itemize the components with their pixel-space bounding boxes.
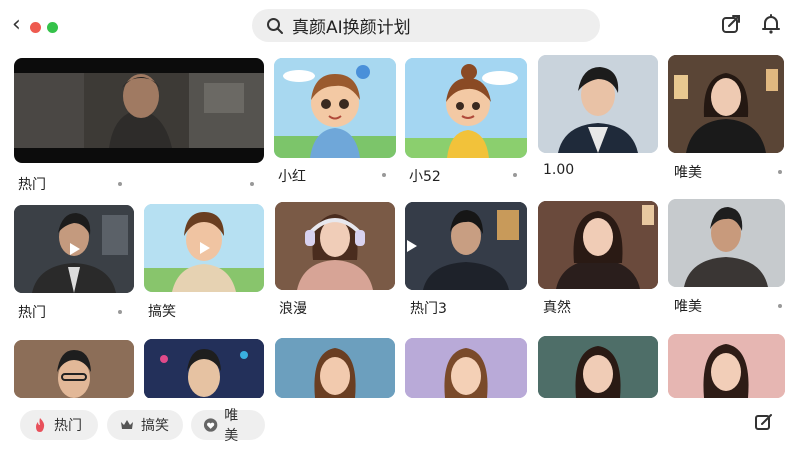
video-card-12[interactable] [14,340,134,398]
video-card-16[interactable] [538,336,658,398]
tab-funny[interactable]: 搞笑 [107,410,183,440]
crown-icon [121,420,133,429]
maximize-dot[interactable] [47,22,58,33]
card-label-10: 真然 [543,300,571,316]
portrait-thumbnail [405,202,527,290]
back-icon[interactable]: ‹ [12,14,26,36]
video-card-2[interactable] [274,58,396,158]
video-card-17[interactable] [668,334,785,398]
card-label-4: 1.00 [543,162,575,178]
play-icon[interactable] [70,243,80,255]
more-dot[interactable] [778,170,782,174]
card-label-11: 唯美 [674,299,702,315]
bottom-tab-bar: 热门 搞笑 唯美 [0,398,800,450]
video-card-14[interactable] [275,338,395,398]
portrait-thumbnail [668,199,785,287]
close-dot[interactable] [30,22,41,33]
more-dot[interactable] [382,173,386,177]
portrait-thumbnail [538,201,658,289]
video-card-1[interactable] [14,58,264,163]
heart-icon [203,418,218,432]
card-label-9: 热门3 [410,301,447,317]
edit-icon[interactable] [754,412,774,432]
card-label-3: 小52 [409,169,441,185]
portrait-thumbnail [144,339,264,399]
portrait-thumbnail [538,336,658,398]
more-dot[interactable] [778,304,782,308]
video-card-13[interactable] [144,339,264,399]
video-card-11[interactable] [668,199,785,287]
video-card-3[interactable] [405,58,527,158]
more-dot[interactable] [513,173,517,177]
video-card-4[interactable] [538,55,658,153]
portrait-thumbnail [405,338,527,398]
cartoon-girl-thumbnail [405,58,527,158]
play-icon[interactable] [200,242,210,254]
more-dot[interactable] [250,182,254,186]
card-label-7: 搞笑 [148,304,176,320]
portrait-thumbnail [668,55,784,153]
search-icon [267,17,283,34]
flame-icon [36,418,45,432]
search-query: 真颜AI换颜计划 [292,18,411,38]
tab-hot[interactable]: 热门 [20,410,98,440]
top-bar: ‹ 真颜AI换颜计划 [0,0,800,52]
tab-label: 热门 [54,418,82,434]
movie-thumbnail [14,73,264,148]
tab-label: 唯美 [224,408,239,444]
card-label-2: 小红 [278,169,306,185]
more-dot[interactable] [118,310,122,314]
share-icon[interactable] [720,13,742,35]
video-card-10[interactable] [538,201,658,289]
more-dot[interactable] [118,182,122,186]
portrait-thumbnail [275,338,395,398]
video-card-5[interactable] [668,55,784,153]
card-label-5: 唯美 [674,165,702,181]
portrait-thumbnail [275,202,395,290]
video-card-15[interactable] [405,338,527,398]
tab-beauty[interactable]: 唯美 [191,408,265,444]
search-bar[interactable]: 真颜AI换颜计划 [252,9,600,42]
video-card-6[interactable] [14,205,134,293]
cartoon-girl-thumbnail [274,58,396,158]
play-icon[interactable] [407,240,417,252]
video-card-7[interactable] [144,204,264,292]
portrait-thumbnail [538,55,658,153]
card-label-6: 热门 [18,305,46,321]
bell-icon[interactable] [760,13,782,35]
card-label-1: 热门 [18,177,46,193]
portrait-thumbnail [668,334,785,398]
video-card-9[interactable] [405,202,527,290]
portrait-thumbnail [14,340,134,398]
video-card-8[interactable] [275,202,395,290]
tab-label: 搞笑 [141,418,169,434]
card-label-8: 浪漫 [279,301,307,317]
